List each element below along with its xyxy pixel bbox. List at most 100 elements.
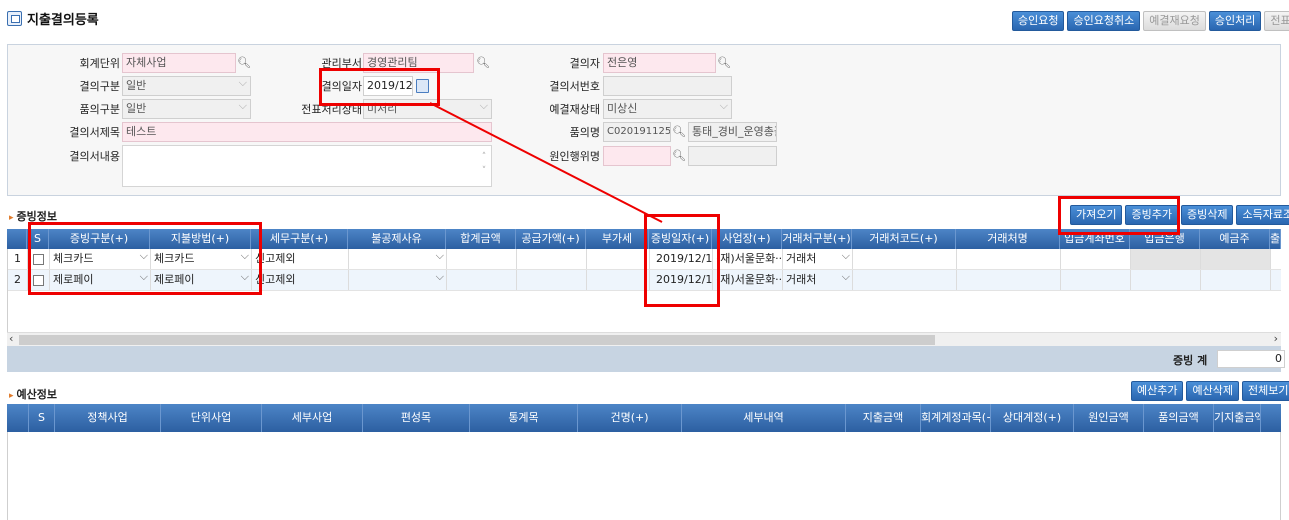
non-deduct-select[interactable] bbox=[349, 249, 447, 269]
content-textarea[interactable]: ˄ ˅ bbox=[122, 145, 492, 187]
budget-section-title: 예산정보 bbox=[9, 386, 57, 402]
income-lookup-button[interactable]: 소득자료조회 bbox=[1236, 205, 1289, 225]
tax-type-cell[interactable]: 신고제외 bbox=[252, 249, 349, 269]
account-cell[interactable] bbox=[1061, 270, 1131, 290]
pre-approval-status-label: 예결재상태 bbox=[549, 103, 600, 116]
cancel-approval-request-button[interactable]: 승인요청취소 bbox=[1067, 11, 1141, 31]
budget-button-group: 예산추가 예산삭제 전체보기 bbox=[1131, 381, 1289, 401]
non-deduct-select[interactable] bbox=[349, 270, 447, 290]
col-detail-project[interactable]: 세부사업 bbox=[262, 404, 363, 432]
vendor-type-select[interactable]: 거래처 bbox=[783, 249, 853, 269]
resolution-type-label: 결의구분 bbox=[79, 80, 120, 93]
approver-field[interactable]: 전은영 bbox=[603, 53, 716, 73]
holder-cell bbox=[1201, 249, 1271, 269]
col-holder[interactable]: 예금주 bbox=[1200, 229, 1270, 249]
vendor-code-cell[interactable] bbox=[853, 249, 957, 269]
col-counter-account[interactable]: 상대계정(+) bbox=[991, 404, 1074, 432]
vendor-type-select[interactable]: 거래처 bbox=[783, 270, 853, 290]
scrollbar-thumb[interactable] bbox=[19, 335, 935, 345]
approver-label: 결의자 bbox=[569, 57, 600, 70]
col-stat-item[interactable]: 통계목 bbox=[470, 404, 578, 432]
annotation-box-evidence-buttons bbox=[1058, 196, 1180, 235]
col-vendor-type[interactable]: 거래처구분(+) bbox=[782, 229, 852, 249]
top-button-group: 승인요청 승인요청취소 예결재요청 승인처리 전표처리 bbox=[1012, 11, 1289, 31]
col-more[interactable]: 출 bbox=[1270, 229, 1281, 249]
cause-action-search-icon[interactable]: 🔍︎ bbox=[671, 146, 687, 166]
vat-cell[interactable] bbox=[587, 249, 650, 269]
evidence-horizontal-scrollbar[interactable]: ‹ › bbox=[7, 332, 1281, 346]
col-unit-project[interactable]: 단위사업 bbox=[161, 404, 262, 432]
col-budget-item[interactable]: 편성목 bbox=[363, 404, 470, 432]
scroll-left-icon[interactable]: ‹ bbox=[9, 332, 13, 345]
request-type-label: 품의구분 bbox=[79, 103, 120, 116]
annotation-box-evidence-type bbox=[28, 222, 262, 295]
row-number: 1 bbox=[8, 249, 28, 269]
evidence-summary-bar: 증빙 계 0 bbox=[7, 346, 1285, 372]
annotation-box-resolution-date bbox=[319, 68, 440, 106]
vendor-name-cell[interactable] bbox=[957, 249, 1061, 269]
tax-type-cell[interactable]: 신고제외 bbox=[252, 270, 349, 290]
textarea-scrollbar[interactable]: ˄ ˅ bbox=[479, 150, 489, 186]
vendor-name-cell[interactable] bbox=[957, 270, 1061, 290]
total-cell[interactable] bbox=[447, 249, 517, 269]
col-expense-amount[interactable]: 지출금액 bbox=[846, 404, 921, 432]
scroll-right-icon[interactable]: › bbox=[1274, 332, 1278, 345]
process-approval-button[interactable]: 승인처리 bbox=[1208, 11, 1262, 31]
bank-cell bbox=[1131, 249, 1201, 269]
cause-action-code-field[interactable] bbox=[603, 146, 671, 166]
col-select[interactable]: S bbox=[29, 404, 55, 432]
delete-budget-button[interactable]: 예산삭제 bbox=[1186, 381, 1239, 401]
col-cause-amount[interactable]: 원인금액 bbox=[1074, 404, 1144, 432]
col-prev-expense[interactable]: 기지출금액 bbox=[1214, 404, 1261, 432]
header-form: 회계단위 자체사업 🔍︎ 관리부서 경영관리팀 🔍︎ 결의자 전은영 🔍︎ 결의… bbox=[7, 44, 1281, 196]
request-name-field[interactable]: 통태_경비_운영총괄 bbox=[688, 122, 777, 142]
request-approval-button[interactable]: 승인요청 bbox=[1012, 11, 1065, 31]
col-tax-type[interactable]: 세무구분(+) bbox=[251, 229, 348, 249]
account-cell[interactable] bbox=[1061, 249, 1131, 269]
pre-approval-status-select[interactable]: 미상신 bbox=[603, 99, 732, 119]
total-cell[interactable] bbox=[447, 270, 517, 290]
subject-label: 결의서제목 bbox=[69, 126, 120, 139]
col-total[interactable]: 합계금액 bbox=[446, 229, 516, 249]
unit-search-icon[interactable]: 🔍︎ bbox=[236, 53, 252, 73]
col-detail-desc[interactable]: 세부내역 bbox=[682, 404, 846, 432]
vendor-code-cell[interactable] bbox=[853, 270, 957, 290]
col-site[interactable]: 사업장(+) bbox=[712, 229, 782, 249]
resolution-type-select[interactable]: 일반 bbox=[122, 76, 251, 96]
col-supply[interactable]: 공급가액(+) bbox=[516, 229, 586, 249]
view-all-button[interactable]: 전체보기 bbox=[1241, 381, 1289, 401]
request-name-code-field[interactable]: C02019112500002 bbox=[603, 122, 671, 142]
request-name-label: 품의명 bbox=[569, 126, 600, 139]
col-vat[interactable]: 부가세 bbox=[586, 229, 649, 249]
delete-evidence-button[interactable]: 증빙삭제 bbox=[1180, 205, 1234, 225]
add-budget-button[interactable]: 예산추가 bbox=[1131, 381, 1184, 401]
approver-search-icon[interactable]: 🔍︎ bbox=[716, 53, 732, 73]
process-voucher-button[interactable]: 전표처리 bbox=[1264, 11, 1289, 31]
request-type-select[interactable]: 일반 bbox=[122, 99, 251, 119]
unit-label: 회계단위 bbox=[79, 57, 120, 70]
col-policy-project[interactable]: 정책사업 bbox=[55, 404, 161, 432]
content-label: 결의서내용 bbox=[69, 150, 120, 163]
supply-cell[interactable] bbox=[517, 270, 587, 290]
col-account-subject[interactable]: 회계계정과목(+) bbox=[921, 404, 991, 432]
col-vendor-code[interactable]: 거래처코드(+) bbox=[852, 229, 956, 249]
col-request-amount[interactable]: 품의금액 bbox=[1144, 404, 1214, 432]
vat-cell[interactable] bbox=[587, 270, 650, 290]
cause-action-field[interactable] bbox=[688, 146, 777, 166]
page-title: 지출결의등록 bbox=[27, 13, 99, 28]
subject-field[interactable]: 테스트 bbox=[122, 122, 492, 142]
mgmt-dept-search-icon[interactable]: 🔍︎ bbox=[475, 53, 491, 73]
col-case-name[interactable]: 건명(+) bbox=[578, 404, 682, 432]
pre-approval-request-button[interactable]: 예결재요청 bbox=[1143, 11, 1206, 31]
col-non-deduct[interactable]: 불공제사유 bbox=[348, 229, 446, 249]
site-cell[interactable]: (재)서울문화··· bbox=[713, 249, 783, 269]
request-name-search-icon[interactable]: 🔍︎ bbox=[671, 122, 687, 142]
supply-cell[interactable] bbox=[517, 249, 587, 269]
col-vendor-name[interactable]: 거래처명 bbox=[956, 229, 1060, 249]
row-number: 2 bbox=[8, 270, 28, 290]
unit-field[interactable]: 자체사업 bbox=[122, 53, 236, 73]
cause-action-label: 원인행위명 bbox=[549, 150, 600, 163]
site-cell[interactable]: (재)서울문화··· bbox=[713, 270, 783, 290]
resolution-no-field[interactable] bbox=[603, 76, 732, 96]
col-rownum bbox=[7, 229, 27, 249]
